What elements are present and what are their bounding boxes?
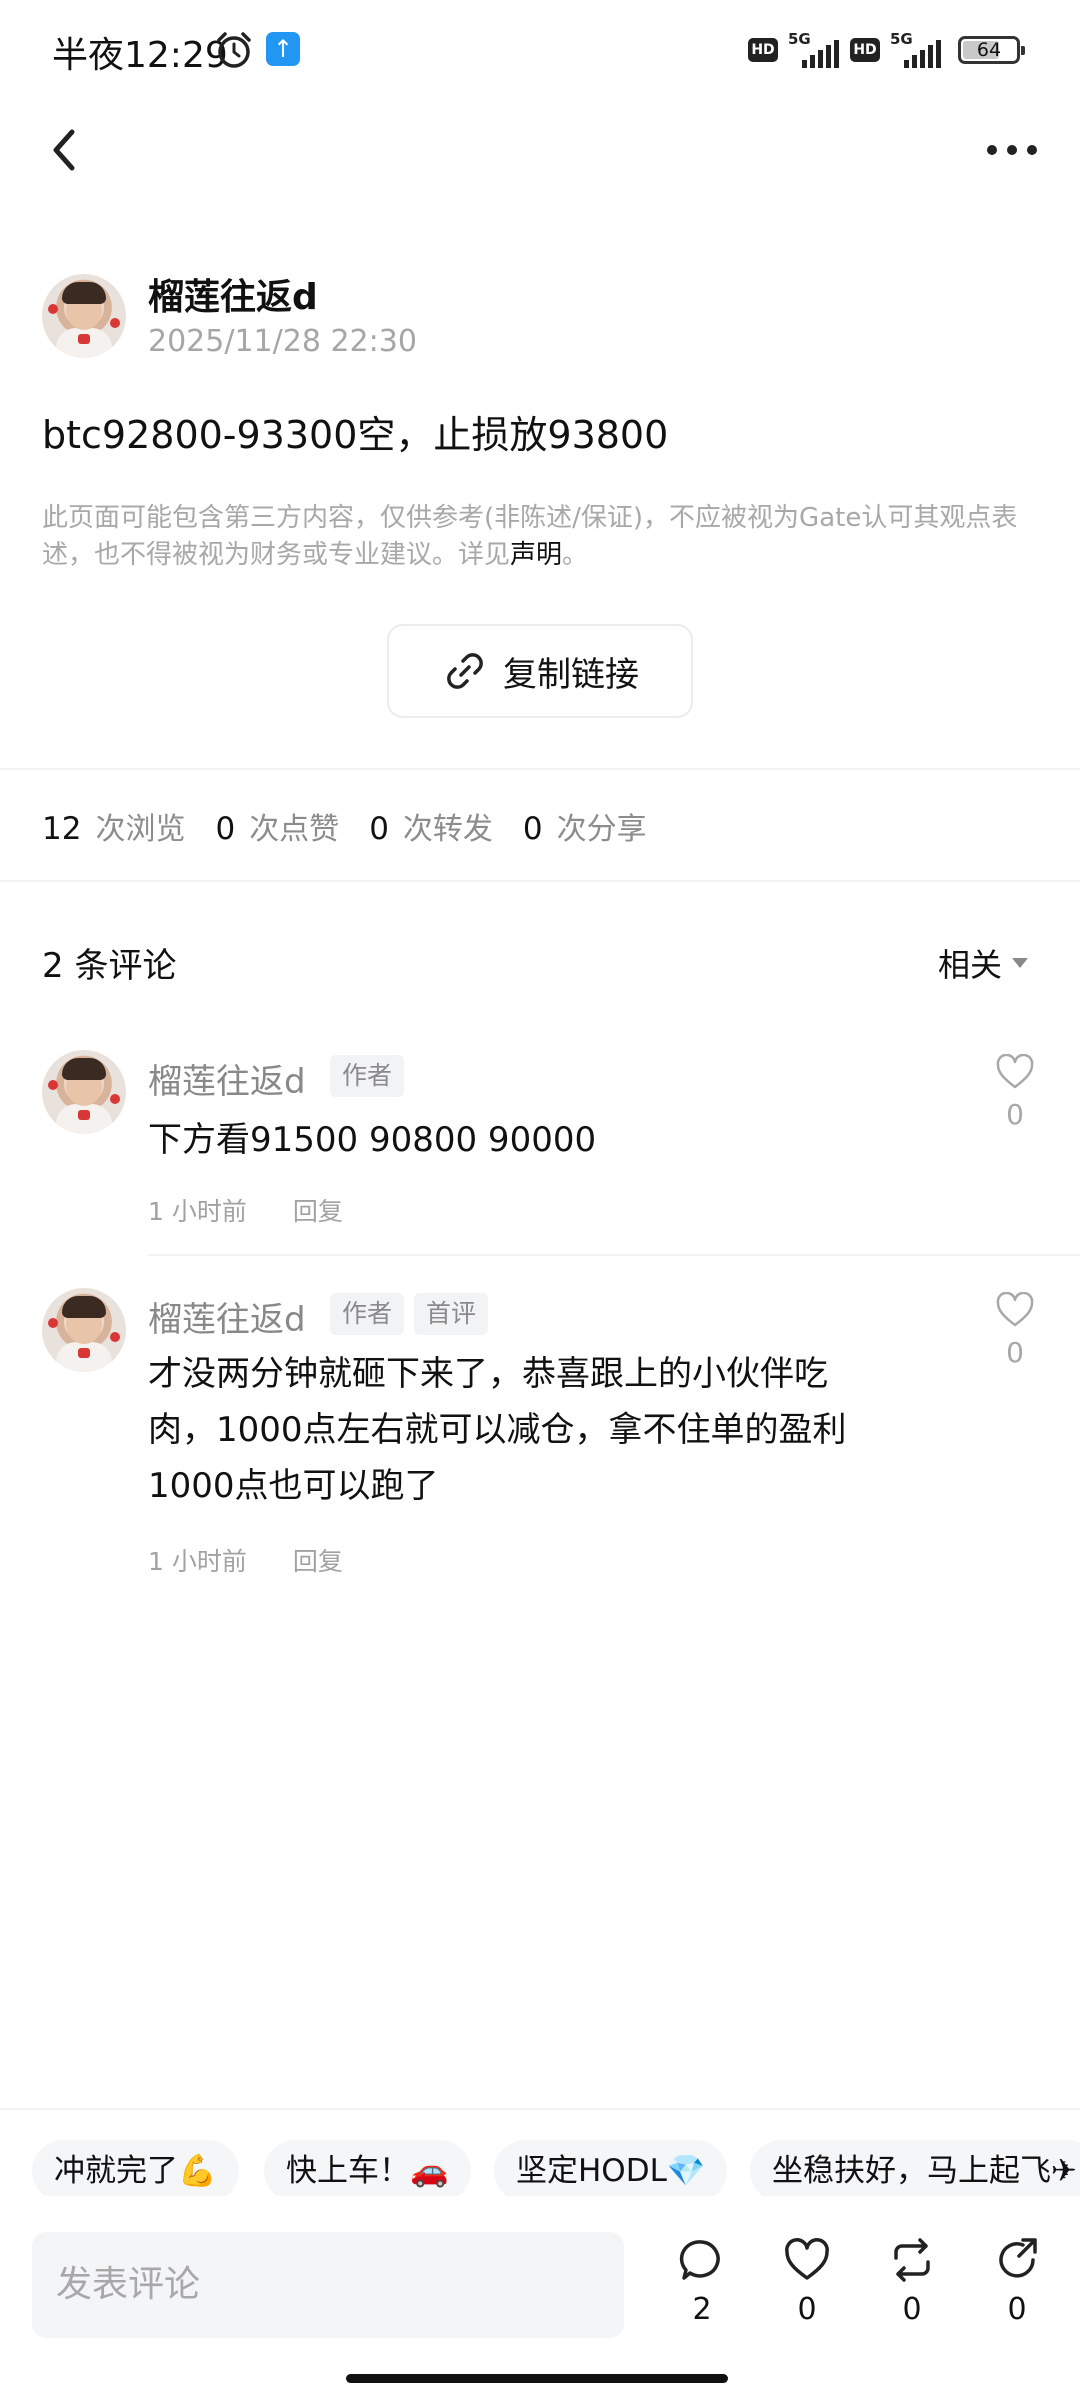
like-count: 0	[215, 811, 236, 847]
comment-action-button[interactable]: 2	[672, 2236, 732, 2327]
quick-reply-chip[interactable]: 冲就完了💪	[32, 2140, 239, 2196]
like-count: 0	[797, 2292, 817, 2327]
comment-meta: 1 小时前 回复	[148, 1542, 343, 1578]
comment-count: 2	[692, 2292, 712, 2327]
comment-like-count: 0	[1006, 1336, 1024, 1369]
comment-like-count: 0	[1006, 1098, 1024, 1131]
share-count: 0	[522, 811, 543, 847]
more-icon[interactable]	[984, 130, 1040, 170]
battery-level: 64	[976, 39, 1002, 61]
author-tag: 作者	[330, 1293, 405, 1335]
home-indicator[interactable]	[346, 2374, 728, 2383]
like-action-button[interactable]: 0	[777, 2236, 837, 2327]
share-icon	[999, 2238, 1037, 2278]
post-author-name[interactable]: 榴莲往返d	[148, 268, 318, 320]
upload-notification-icon: ↑	[266, 32, 300, 66]
statement-link[interactable]: 声明	[510, 540, 562, 570]
share-count: 0	[1007, 2292, 1027, 2327]
comment-text-line: 才没两分钟就砸下来了，恭喜跟上的小伙伴吃	[148, 1354, 828, 1394]
comment-text: 才没两分钟就砸下来了，恭喜跟上的小伙伴吃 肉，1000点左右就可以减仓，拿不住单…	[148, 1346, 928, 1514]
view-count: 12	[42, 811, 82, 847]
disclaimer-end: 。	[562, 540, 589, 570]
sort-dropdown[interactable]: 相关	[938, 940, 1028, 986]
hd-icon: HD	[748, 38, 778, 62]
quick-reply-chip[interactable]: 坚定HODL💎	[494, 2140, 728, 2196]
repost-icon	[894, 2238, 930, 2282]
heart-icon	[996, 1291, 1034, 1327]
signal-icon: 5G	[788, 30, 840, 70]
copy-link-label: 复制链接	[503, 654, 639, 695]
heart-icon	[785, 2238, 829, 2280]
comment-bubble-icon	[679, 2240, 720, 2280]
reply-button[interactable]: 回复	[293, 1192, 343, 1228]
comment-like-button[interactable]: 0	[990, 1291, 1040, 1369]
repost-action-button[interactable]: 0	[882, 2236, 942, 2327]
like-label: 次点赞	[249, 812, 340, 847]
copy-link-button[interactable]: 复制链接	[387, 624, 693, 718]
avatar[interactable]	[42, 274, 126, 358]
view-label: 次浏览	[95, 812, 186, 847]
hd-icon: HD	[850, 38, 880, 62]
share-action-button[interactable]: 0	[987, 2236, 1047, 2327]
divider	[0, 768, 1080, 770]
post-stats: 12 次浏览 0 次点赞 0 次转发 0 次分享	[42, 804, 677, 848]
comment-author-name[interactable]: 榴莲往返d	[148, 1054, 306, 1103]
comment-time: 1 小时前	[148, 1547, 247, 1576]
disclaimer: 此页面可能包含第三方内容，仅供参考(非陈述/保证)，不应被视为Gate认可其观点…	[42, 500, 1042, 574]
status-bar: 半夜12:29 ↑ HD 5G HD 5G 64	[0, 0, 1080, 100]
post-content: btc92800-93300空，止损放93800	[42, 413, 669, 457]
comment-count-heading: 2 条评论	[42, 946, 177, 986]
repost-count: 0	[902, 2292, 922, 2327]
battery-icon: 64	[958, 36, 1025, 64]
signal-icon: 5G	[890, 30, 942, 70]
comment-text-line: 肉，1000点左右就可以减仓，拿不住单的盈利	[148, 1410, 847, 1450]
first-comment-tag: 首评	[414, 1293, 489, 1335]
quick-reply-chip[interactable]: 快上车！🚗	[264, 2140, 471, 2196]
comment-text-line: 1000点也可以跑了	[148, 1466, 439, 1506]
heart-icon	[996, 1053, 1034, 1089]
share-label: 次分享	[556, 812, 647, 847]
status-time: 半夜12:29	[52, 35, 228, 76]
back-arrow-icon[interactable]	[40, 122, 88, 178]
author-tag: 作者	[330, 1055, 405, 1097]
comment-meta: 1 小时前 回复	[148, 1192, 343, 1228]
comment-like-button[interactable]: 0	[990, 1053, 1040, 1131]
quick-reply-bar: 冲就完了💪 快上车！🚗 坚定HODL💎 坐稳扶好，马上起飞✈	[0, 2108, 1080, 2196]
quick-reply-chip[interactable]: 坐稳扶好，马上起飞✈	[750, 2140, 1080, 2196]
sort-label: 相关	[937, 946, 1002, 984]
alarm-icon	[217, 32, 251, 68]
comment-author-name[interactable]: 榴莲往返d	[148, 1292, 306, 1341]
comment-avatar[interactable]	[42, 1288, 126, 1372]
post-timestamp: 2025/11/28 22:30	[148, 324, 417, 359]
divider	[0, 880, 1080, 882]
divider	[148, 1254, 1080, 1256]
reply-button[interactable]: 回复	[293, 1542, 343, 1578]
comment-text: 下方看91500 90800 90000	[148, 1120, 597, 1160]
status-indicators: HD 5G HD 5G 64	[748, 28, 1025, 72]
comment-input[interactable]: 发表评论	[32, 2232, 624, 2338]
comment-time: 1 小时前	[148, 1197, 247, 1226]
repost-label: 次转发	[402, 812, 493, 847]
repost-count: 0	[369, 811, 389, 847]
link-icon	[447, 653, 483, 689]
comment-avatar[interactable]	[42, 1050, 126, 1134]
caret-down-icon	[1012, 958, 1028, 968]
